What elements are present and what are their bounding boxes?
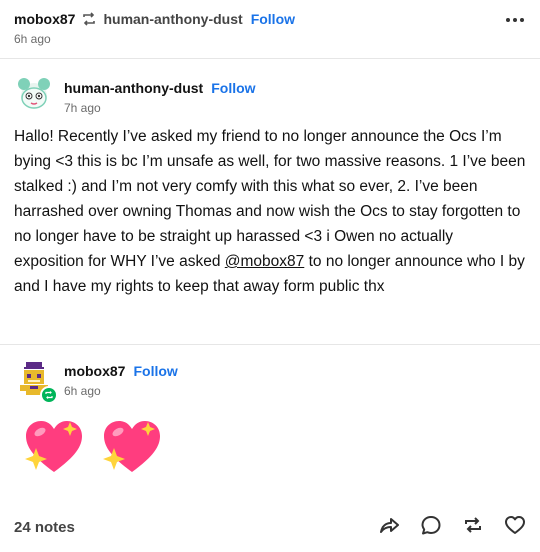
reblog-timestamp: 6h ago [14, 32, 51, 46]
reply-icon[interactable] [420, 514, 442, 536]
post-text: Hallo! Recently I’ve asked my friend to … [14, 128, 526, 270]
share-icon[interactable] [378, 514, 400, 536]
post-timestamp: 7h ago [64, 101, 101, 115]
post-author-row: human-anthony-dust Follow [64, 80, 256, 96]
follow-button[interactable]: Follow [251, 11, 295, 27]
reblog-badge-icon [40, 386, 58, 404]
more-options-icon[interactable] [506, 18, 524, 22]
reblog-header: mobox87 human-anthony-dust Follow [14, 9, 295, 29]
reblog-author-row: mobox87 Follow [64, 363, 178, 379]
reblog-icon [81, 12, 97, 26]
emoji-row [22, 418, 164, 476]
reblog-icon[interactable] [462, 514, 484, 536]
avatar[interactable] [14, 74, 54, 114]
sparkling-heart-icon [103, 421, 160, 472]
follow-button[interactable]: Follow [211, 80, 255, 96]
notes-count[interactable]: 24 notes [14, 519, 75, 536]
mention-link[interactable]: @mobox87 [225, 253, 305, 270]
follow-button[interactable]: Follow [133, 363, 177, 379]
avatar[interactable] [14, 360, 58, 404]
like-icon[interactable] [504, 514, 526, 536]
sparkling-heart-icon [25, 421, 82, 472]
reblog-author-username[interactable]: mobox87 [64, 363, 125, 379]
post-author-username[interactable]: human-anthony-dust [64, 80, 203, 96]
reblog-post-timestamp: 6h ago [64, 384, 101, 398]
divider [0, 344, 540, 345]
post-actions [378, 514, 526, 536]
divider [0, 58, 540, 59]
post-body: Hallo! Recently I’ve asked my friend to … [14, 124, 526, 299]
reblogged-from-username[interactable]: human-anthony-dust [103, 11, 242, 27]
reblogger-username[interactable]: mobox87 [14, 11, 75, 27]
